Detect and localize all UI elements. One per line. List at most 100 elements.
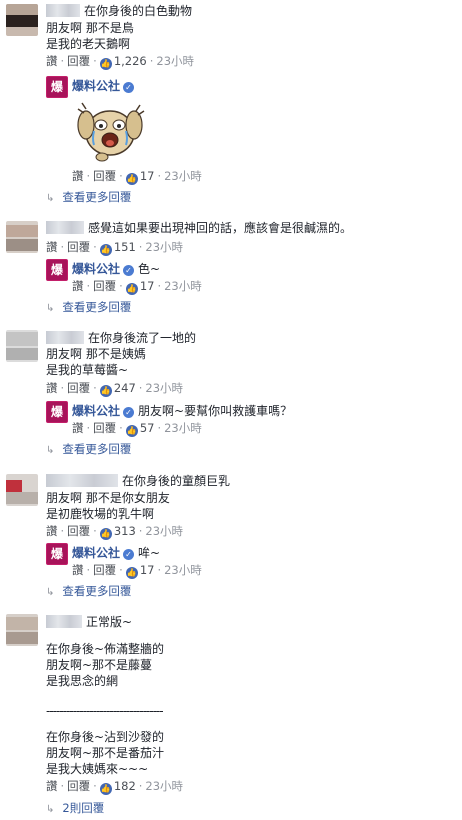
reply-arrow-icon: ↳	[46, 804, 55, 815]
reply-text: 爆料公社 ✓ 哞~	[72, 546, 161, 560]
verified-badge-icon: ✓	[123, 265, 135, 276]
page-avatar[interactable]: 爆	[46, 543, 68, 565]
like-count[interactable]: 313	[114, 524, 136, 538]
like-count[interactable]: 151	[114, 240, 136, 254]
reply-button[interactable]: 回覆	[93, 279, 116, 293]
commenter-avatar[interactable]	[6, 614, 38, 646]
timestamp[interactable]: 23小時	[145, 381, 183, 395]
comment-text-line: 在你身後流了一地的	[46, 330, 196, 346]
page-avatar[interactable]: 爆	[46, 401, 68, 423]
timestamp[interactable]: 23小時	[164, 169, 202, 183]
reply-button[interactable]: 回覆	[67, 524, 90, 538]
comment-actions: 讚 · 回覆 · 👍 1,226 · 23小時	[46, 54, 195, 70]
timestamp[interactable]: 23小時	[164, 563, 202, 577]
reply-button[interactable]: 回覆	[93, 563, 116, 577]
commenter-name-blurred[interactable]	[46, 615, 82, 628]
comment-text-line: 正常版~	[46, 614, 132, 630]
view-more-replies-link[interactable]: ↳ 查看更多回覆	[46, 583, 131, 601]
reply-actions: 讚 · 回覆 · 👍 17 · 23小時	[72, 563, 202, 579]
like-button[interactable]: 讚	[72, 279, 84, 293]
like-icon: 👍	[125, 567, 138, 579]
reply-button[interactable]: 回覆	[67, 54, 90, 68]
like-icon: 👍	[99, 244, 112, 256]
reply-button[interactable]: 回覆	[67, 381, 90, 395]
comment-text-line: 是我思念的網	[46, 674, 119, 688]
view-more-replies-link[interactable]: ↳ 查看更多回覆	[46, 189, 131, 207]
commenter-avatar[interactable]	[6, 221, 38, 253]
comment-actions: 讚 · 回覆 · 👍 182 · 23小時	[46, 779, 184, 795]
reply-actions: 讚 · 回覆 · 👍 57 · 23小時	[72, 421, 202, 437]
like-icon: 👍	[99, 783, 112, 795]
like-button[interactable]: 讚	[72, 169, 84, 183]
comment-text-line: 朋友啊 那不是鳥	[46, 21, 134, 35]
timestamp[interactable]: 23小時	[145, 779, 183, 793]
like-count[interactable]: 57	[140, 421, 155, 435]
comment-text-line: 朋友啊~那不是藤蔓	[46, 658, 153, 672]
timestamp[interactable]: 23小時	[145, 240, 183, 254]
like-button[interactable]: 讚	[46, 240, 58, 254]
page-name-link[interactable]: 爆料公社	[72, 404, 120, 418]
like-count[interactable]: 182	[114, 779, 136, 793]
like-count[interactable]: 247	[114, 381, 136, 395]
verified-badge-icon: ✓	[123, 407, 135, 418]
like-button[interactable]: 讚	[72, 421, 84, 435]
page-name-link[interactable]: 爆料公社	[72, 546, 120, 560]
comment-text-line: 朋友啊 那不是你女朋友	[46, 491, 170, 505]
commenter-avatar[interactable]	[6, 330, 38, 362]
like-icon: 👍	[125, 173, 138, 185]
like-count[interactable]: 1,226	[114, 54, 147, 68]
comment-text-line: 在你身後的白色動物	[46, 3, 192, 19]
reply-header: 爆料公社 ✓	[72, 78, 138, 94]
timestamp[interactable]: 23小時	[145, 524, 183, 538]
commenter-name-blurred[interactable]	[46, 331, 84, 344]
commenter-avatar[interactable]	[6, 474, 38, 506]
timestamp[interactable]: 23小時	[156, 54, 194, 68]
verified-badge-icon: ✓	[123, 549, 135, 560]
reply-button[interactable]: 回覆	[67, 779, 90, 793]
reply-actions: 讚 · 回覆 · 👍 17 · 23小時	[72, 279, 202, 295]
view-more-replies-link[interactable]: ↳ 查看更多回覆	[46, 441, 131, 459]
reply-arrow-icon: ↳	[46, 193, 55, 204]
reply-arrow-icon: ↳	[46, 587, 55, 598]
like-button[interactable]: 讚	[46, 381, 58, 395]
like-count[interactable]: 17	[140, 563, 155, 577]
page-avatar[interactable]: 爆	[46, 76, 68, 98]
comment-actions: 讚 · 回覆 · 👍 151 · 23小時	[46, 240, 184, 256]
like-count[interactable]: 17	[140, 279, 155, 293]
commenter-name-blurred[interactable]	[46, 474, 118, 487]
page-avatar[interactable]: 爆	[46, 259, 68, 281]
like-icon: 👍	[99, 58, 112, 70]
reply-button[interactable]: 回覆	[93, 169, 116, 183]
page-name-link[interactable]: 爆料公社	[72, 262, 120, 276]
like-icon: 👍	[125, 283, 138, 295]
replies-count-link[interactable]: ↳ 2則回覆	[46, 800, 104, 818]
like-icon: 👍	[99, 385, 112, 397]
timestamp[interactable]: 23小時	[164, 421, 202, 435]
like-button[interactable]: 讚	[46, 779, 58, 793]
reply-button[interactable]: 回覆	[93, 421, 116, 435]
commenter-name-blurred[interactable]	[46, 221, 84, 234]
like-button[interactable]: 讚	[46, 524, 58, 538]
like-button[interactable]: 讚	[72, 563, 84, 577]
like-button[interactable]: 讚	[46, 54, 58, 68]
commenter-name-blurred[interactable]	[46, 4, 80, 17]
comment-text-line: 是我大姨媽來~~~	[46, 762, 149, 776]
like-count[interactable]: 17	[140, 169, 155, 183]
crying-dog-sticker	[77, 102, 145, 162]
comment-actions: 讚 · 回覆 · 👍 313 · 23小時	[46, 524, 184, 540]
view-more-replies-link[interactable]: ↳ 查看更多回覆	[46, 299, 131, 317]
timestamp[interactable]: 23小時	[164, 279, 202, 293]
commenter-avatar[interactable]	[6, 4, 38, 36]
reply-arrow-icon: ↳	[46, 303, 55, 314]
comment-divider-line: -----------------------------------	[46, 704, 164, 718]
comment-text-line: 是我的老天鵝啊	[46, 37, 131, 51]
reply-arrow-icon: ↳	[46, 445, 55, 456]
reply-actions: 讚 · 回覆 · 👍 17 · 23小時	[72, 169, 202, 185]
comment-text-line: 朋友啊 那不是姨媽	[46, 347, 146, 361]
reply-button[interactable]: 回覆	[67, 240, 90, 254]
comment-text-line: 感覺這如果要出現神回的話，應該會是很鹹濕的。	[46, 220, 352, 236]
comment-text-line: 是我的草莓醬~	[46, 363, 129, 377]
like-icon: 👍	[125, 425, 138, 437]
comment-text-line: 在你身後的童顏巨乳	[46, 473, 230, 489]
page-name-link[interactable]: 爆料公社	[72, 79, 120, 93]
